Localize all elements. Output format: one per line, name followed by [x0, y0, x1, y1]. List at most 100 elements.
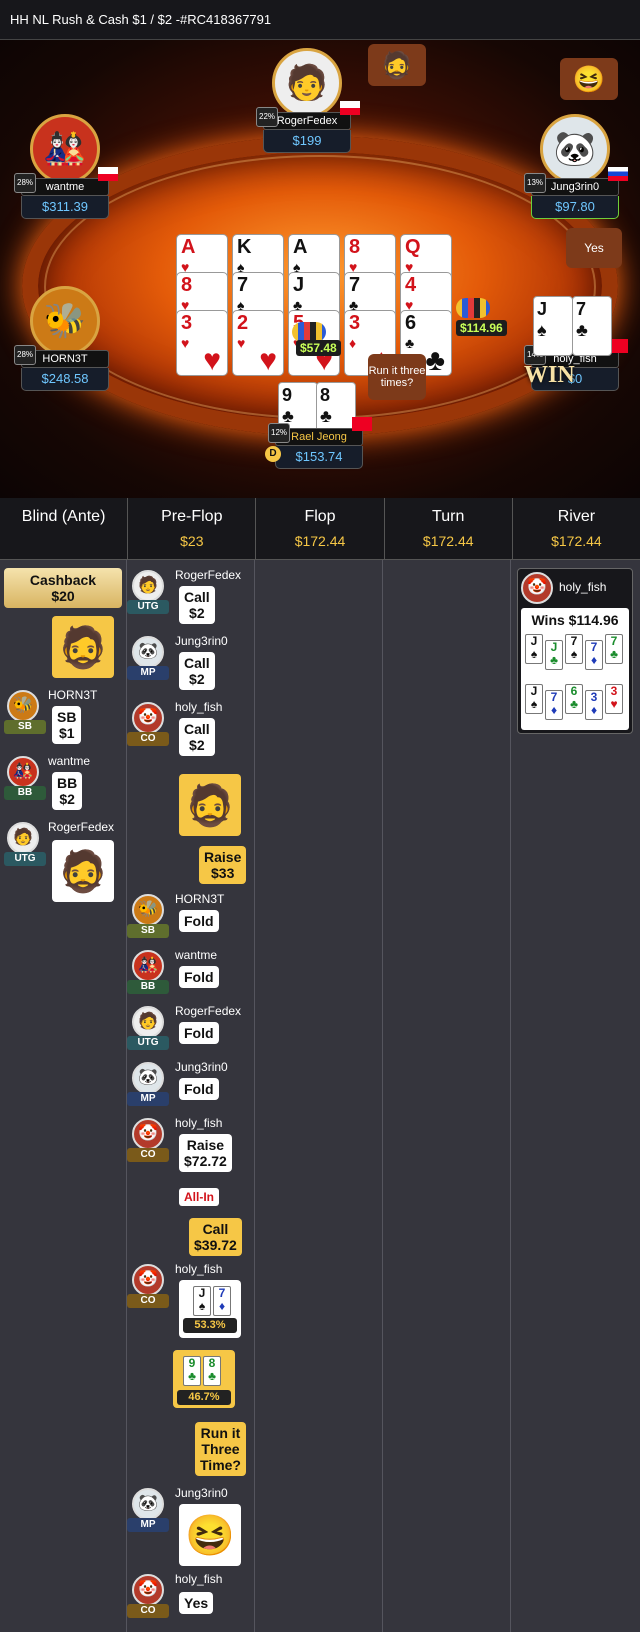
player-name: holy_fish: [175, 1572, 223, 1586]
player-pct: 12%: [268, 423, 291, 443]
player-name: Rael Jeong 12%: [268, 417, 372, 446]
equity-badge: 46.7%: [177, 1390, 231, 1405]
player-name: holy_fish: [175, 1116, 223, 1130]
pot-side: $114.96: [456, 320, 507, 336]
street-turn[interactable]: Turn $172.44: [385, 498, 513, 559]
column-flop: [255, 560, 383, 1632]
street-river[interactable]: River $172.44: [513, 498, 640, 559]
player-stack: $248.58: [21, 368, 109, 391]
chat-bubble-run: Run it three times?: [368, 354, 426, 400]
cashback-badge: Cashback $20: [4, 568, 122, 608]
seat-rogerfedex[interactable]: 🧑 RogerFedex 22% $199: [256, 48, 360, 153]
shown-card: 7 ♦: [213, 1286, 231, 1316]
player-stack: $97.80: [531, 196, 619, 219]
avatar: 🐝: [132, 894, 164, 926]
seat-wantme[interactable]: 🎎 wantme 28% $311.39: [14, 114, 118, 219]
dealer-button: D: [265, 446, 281, 462]
action-bubble: SB $1: [52, 706, 82, 744]
equity-badge: 53.3%: [183, 1318, 237, 1333]
player-name: HORN3T 28%: [14, 345, 109, 368]
player-stack: $199: [263, 130, 351, 153]
player-name: wantme: [48, 754, 91, 768]
player-name: RogerFedex: [48, 820, 115, 834]
laugh-emote-icon: 😆: [560, 58, 618, 100]
action-bubble: Fold: [179, 966, 219, 988]
side-pot-chips-icon: [456, 298, 490, 318]
street-flop[interactable]: Flop $172.44: [256, 498, 385, 559]
seat-horn3t[interactable]: 🐝 HORN3T 28% $248.58: [14, 286, 110, 391]
player-name: holy_fish: [175, 700, 223, 714]
player-name: Jung3rin0: [175, 1486, 228, 1500]
emote-icon: 🧔: [52, 616, 114, 678]
emote-icon: 🧔: [179, 774, 241, 836]
position-badge: CO: [127, 732, 169, 746]
action-bubble: Call $2: [179, 652, 215, 690]
shown-card: 9 ♣: [183, 1356, 201, 1386]
avatar: 🐝: [7, 690, 39, 722]
avatar: 🧑: [132, 570, 164, 602]
holy-hole-card-2: 7 ♣: [572, 296, 612, 356]
runout-card: 7 ♦: [585, 640, 603, 670]
position-badge: SB: [127, 924, 169, 938]
position-badge: UTG: [127, 600, 169, 614]
street-blind[interactable]: Blind (Ante): [0, 498, 129, 559]
poker-table: 🧑 RogerFedex 22% $199 🎎 wantme 28% $311.39…: [0, 40, 640, 498]
runout-card: 7 ♣: [605, 634, 623, 664]
action-bubble: Fold: [179, 910, 219, 932]
position-badge: BB: [127, 980, 169, 994]
avatar: 🐝: [30, 286, 100, 356]
flag-icon: [608, 167, 628, 181]
runout-card: J ♠: [525, 634, 543, 664]
avatar: 🧑: [272, 48, 342, 118]
position-badge: CO: [127, 1604, 169, 1618]
avatar: 🎎: [7, 756, 39, 788]
action-bubble: Call $2: [179, 586, 215, 624]
avatar: 🧑: [7, 822, 39, 854]
action-bubble: Fold: [179, 1078, 219, 1100]
avatar: 🐼: [132, 1062, 164, 1094]
player-pct: 28%: [14, 173, 37, 193]
player-name: HORN3T: [175, 892, 225, 906]
player-name: wantme: [175, 948, 218, 962]
window-title: HH NL Rush & Cash $1 / $2 -#RC418367791: [0, 0, 640, 40]
action-bubble: Fold: [179, 1022, 219, 1044]
player-name: holy_fish: [559, 580, 607, 594]
board-card: 3 ♥ ♥: [176, 310, 228, 376]
hero-action-bubble: Run it Three Time?: [195, 1422, 246, 1476]
position-badge: BB: [4, 786, 46, 800]
column-turn: [383, 560, 511, 1632]
player-stack: $153.74: [275, 446, 363, 469]
action-bubble: Yes: [179, 1592, 214, 1614]
avatar: 🐼: [540, 114, 610, 184]
avatar: 🤡: [132, 1118, 164, 1150]
player-stack: $311.39: [21, 196, 109, 219]
avatar: 🤡: [521, 572, 553, 604]
runout-card: J ♣: [545, 640, 563, 670]
avatar: 🎎: [132, 950, 164, 982]
action-bubble: BB $2: [52, 772, 83, 810]
avatar: 🧑: [132, 1006, 164, 1038]
player-name: Jung3rin0 13%: [524, 167, 628, 196]
shown-card: 8 ♣: [203, 1356, 221, 1386]
action-bubble: Call $2: [179, 718, 215, 756]
player-name: holy_fish: [175, 1262, 223, 1276]
seat-rael-jeong[interactable]: Rael Jeong 12% $153.74: [268, 417, 372, 469]
avatar: 🤡: [132, 702, 164, 734]
player-pct: 13%: [524, 173, 547, 193]
chat-emote-icon: 🧔: [368, 44, 426, 86]
column-blind: Cashback $20 🧔 🐝 SB HORN3T SB $1 🎎 BB want…: [0, 560, 127, 1632]
runout-card: 6 ♣: [565, 684, 583, 714]
chat-bubble-yes: Yes: [566, 228, 622, 268]
seat-jung3rin0[interactable]: 🐼 Jung3rin0 13% $97.80: [524, 114, 628, 219]
pot-main: $57.48: [296, 340, 341, 356]
column-river: 🤡 holy_fish Wins $114.96 J ♠ J ♣ 7 ♠ 7 ♦ 7 ♣ J ♠ 7 ♦…: [511, 560, 640, 1632]
allin-badge: All-In: [179, 1188, 219, 1206]
player-name: Jung3rin0: [175, 1060, 228, 1074]
laugh-emote-icon: 😆: [179, 1504, 241, 1566]
street-preflop[interactable]: Pre-Flop $23: [128, 498, 257, 559]
position-badge: CO: [127, 1148, 169, 1162]
runout-card: J ♠: [525, 684, 543, 714]
position-badge: UTG: [127, 1036, 169, 1050]
shown-card: J ♠: [193, 1286, 211, 1316]
flag-icon: [340, 101, 360, 115]
